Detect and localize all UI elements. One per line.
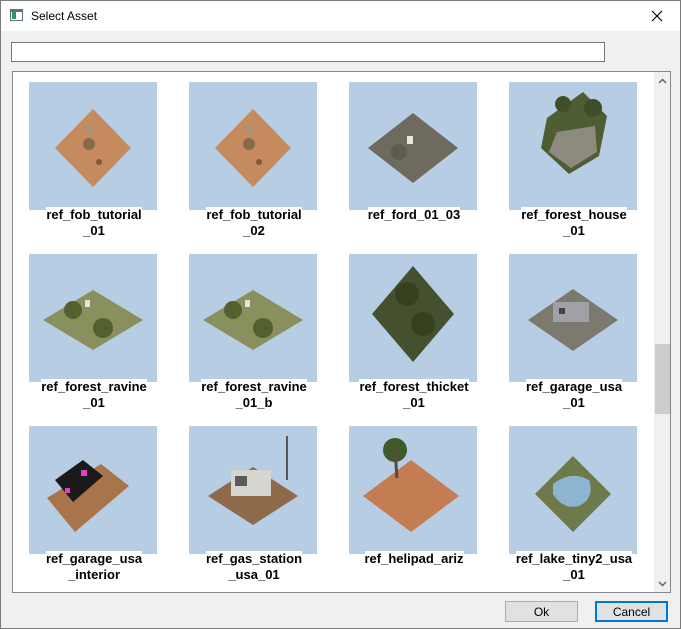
asset-grid: ref_fob_tutorial _01 ref_fob_tutorial _02 re…	[13, 72, 653, 592]
close-button[interactable]	[634, 1, 680, 31]
asset-thumbnail	[189, 254, 317, 382]
scroll-down-button[interactable]	[654, 575, 670, 592]
asset-label-line1: ref_lake_tiny2_usa	[515, 551, 633, 566]
asset-label-line2: _01_b	[235, 395, 273, 410]
asset-thumbnail	[349, 82, 477, 210]
scroll-up-button[interactable]	[654, 72, 670, 89]
asset-label-line1: ref_fob_tutorial	[206, 207, 302, 222]
asset-label-line1: ref_garage_usa	[525, 379, 623, 394]
asset-label-line2: _01	[403, 395, 425, 410]
asset-label: ref_fob_tutorial _01	[19, 207, 169, 239]
app-window-icon	[10, 9, 23, 21]
asset-label-line1: ref_garage_usa	[45, 551, 143, 566]
asset-label: ref_ford_01_03	[339, 207, 489, 223]
search-input[interactable]	[11, 42, 605, 62]
asset-label: ref_garage_usa _01	[499, 379, 649, 411]
asset-label: ref_gas_station _usa_01	[179, 551, 329, 583]
asset-label: ref_lake_tiny2_usa _01	[499, 551, 649, 583]
cancel-button[interactable]: Cancel	[595, 601, 668, 622]
asset-label-line2: _01	[563, 223, 585, 238]
chevron-down-icon	[658, 581, 667, 586]
asset-label-line2: _01	[563, 395, 585, 410]
close-icon	[651, 10, 663, 22]
asset-label-line1: ref_ford_01_03	[367, 207, 461, 222]
asset-thumbnail	[29, 426, 157, 554]
asset-thumbnail	[189, 426, 317, 554]
title-bar[interactable]: Select Asset	[1, 1, 680, 31]
asset-label: ref_forest_house _01	[499, 207, 649, 239]
asset-label-line1: ref_fob_tutorial	[46, 207, 142, 222]
asset-label-line1: ref_gas_station	[205, 551, 303, 566]
asset-label-line2: _01	[83, 395, 105, 410]
asset-thumbnail	[509, 426, 637, 554]
asset-label-line1: ref_forest_thicket	[359, 379, 469, 394]
vertical-scrollbar[interactable]	[654, 72, 670, 592]
asset-label: ref_forest_ravine _01_b	[179, 379, 329, 411]
asset-thumbnail	[189, 82, 317, 210]
asset-thumbnail	[509, 82, 637, 210]
asset-label: ref_garage_usa _interior	[19, 551, 169, 583]
asset-thumbnail	[349, 254, 477, 382]
asset-label: ref_forest_thicket _01	[339, 379, 489, 411]
asset-label-line1: ref_forest_house	[521, 207, 627, 222]
scrollbar-thumb[interactable]	[655, 344, 670, 414]
asset-thumbnail	[509, 254, 637, 382]
asset-thumbnail	[349, 426, 477, 554]
asset-label-line1: ref_forest_ravine	[41, 379, 147, 394]
window-title: Select Asset	[31, 9, 98, 23]
asset-label: ref_forest_ravine _01	[19, 379, 169, 411]
asset-label-line1: ref_forest_ravine	[201, 379, 307, 394]
asset-label: ref_helipad_ariz	[339, 551, 489, 567]
asset-label-line2: _usa_01	[228, 567, 280, 582]
asset-label-line2: _01	[563, 567, 585, 582]
asset-thumbnail	[29, 82, 157, 210]
asset-thumbnail	[29, 254, 157, 382]
ok-button[interactable]: Ok	[505, 601, 578, 622]
asset-label: ref_fob_tutorial _02	[179, 207, 329, 239]
asset-label-line2: _02	[243, 223, 265, 238]
asset-label-line2: _interior	[67, 567, 120, 582]
select-asset-dialog: Select Asset ref_fob_tutorial _01 ref_fob_…	[0, 0, 681, 629]
asset-label-line2: _01	[83, 223, 105, 238]
chevron-up-icon	[658, 78, 667, 83]
asset-label-line1: ref_helipad_ariz	[364, 551, 464, 566]
asset-list-panel: ref_fob_tutorial _01 ref_fob_tutorial _02 re…	[12, 71, 671, 593]
